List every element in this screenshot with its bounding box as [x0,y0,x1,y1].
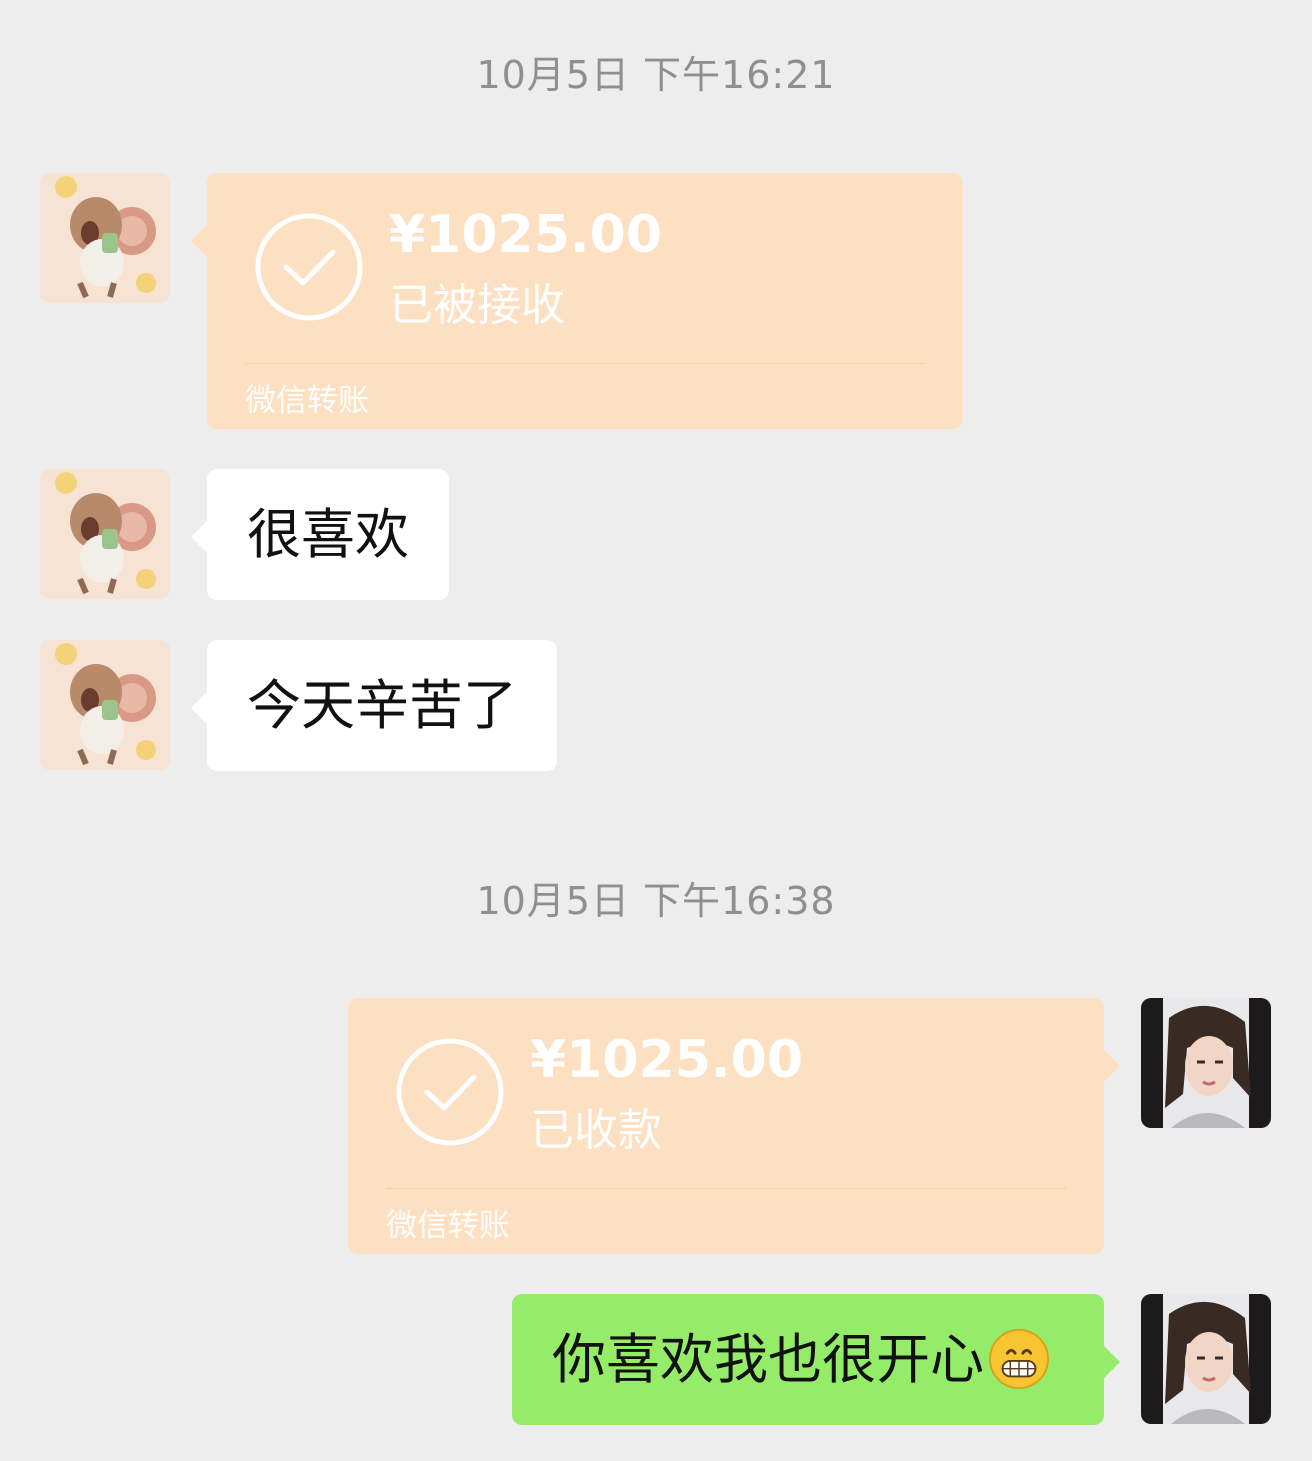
grinning-face-emoji-icon [988,1329,1050,1390]
transfer-footer: 微信转账 [386,1208,510,1244]
self-avatar[interactable] [1141,1294,1271,1424]
timestamp: 10月5日 下午16:38 [476,879,836,923]
woman-portrait-avatar-icon [1141,1294,1271,1424]
divider [386,1188,1066,1189]
message-bubble[interactable]: 很喜欢 [191,469,449,600]
contact-avatar[interactable] [40,173,170,303]
cartoon-mouse-avatar-icon [40,640,170,770]
check-circle-icon [255,213,363,321]
timestamp: 10月5日 下午16:21 [476,53,836,97]
transfer-status: 已收款 [530,1105,662,1156]
cartoon-mouse-avatar-icon [40,173,170,303]
message-bubble[interactable]: 你喜欢我也很开心 [512,1294,1120,1425]
divider [245,363,925,364]
transfer-amount: ¥1025.00 [389,205,663,265]
transfer-footer: 微信转账 [245,383,369,419]
check-circle-icon [396,1038,504,1146]
woman-portrait-avatar-icon [1141,998,1271,1128]
transfer-bubble[interactable]: ¥1025.00 已被接收 微信转账 [191,173,963,429]
transfer-status: 已被接收 [389,280,565,331]
cartoon-mouse-avatar-icon [40,469,170,599]
transfer-amount: ¥1025.00 [530,1030,804,1090]
contact-avatar[interactable] [40,469,170,599]
message-text: 你喜欢我也很开心 [552,1328,984,1391]
self-avatar[interactable] [1141,998,1271,1128]
message-bubble[interactable]: 今天辛苦了 [191,640,557,771]
transfer-bubble[interactable]: ¥1025.00 已收款 微信转账 [348,998,1120,1254]
contact-avatar[interactable] [40,640,170,770]
